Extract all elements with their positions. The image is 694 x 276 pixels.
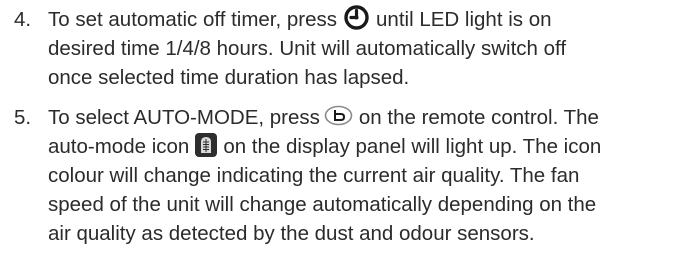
instruction-document: 4. To set automatic off timer, press unt… [0, 0, 694, 276]
step-text-segment: until LED light is on [376, 8, 552, 31]
step-number: 5. [14, 106, 32, 129]
step-text: To select AUTO-MODE, press on the remote… [48, 103, 688, 248]
step-text-segment: To select AUTO-MODE, press [48, 106, 320, 129]
step-number: 4. [14, 8, 32, 31]
step-line: air quality as detected by the dust and … [48, 222, 535, 245]
step-line: To select AUTO-MODE, press on the remote… [48, 103, 688, 132]
auto-mode-button-icon [324, 105, 353, 126]
step-line: speed of the unit will change automatica… [48, 193, 597, 216]
step-text-segment: auto-mode icon [48, 135, 190, 158]
step-text-segment: on the display panel will light up. The … [223, 135, 602, 158]
step-line: desired time 1/4/8 hours. Unit will auto… [48, 37, 567, 60]
step-line: auto-mode icon on the display panel will… [48, 132, 688, 161]
step-line: To set automatic off timer, press until … [48, 5, 688, 34]
step-line: once selected time duration has lapsed. [48, 66, 410, 89]
step-text-segment: To set automatic off timer, press [48, 8, 338, 31]
step-line: colour will change indicating the curren… [48, 164, 580, 187]
timer-button-icon [343, 4, 370, 31]
step-text-segment: on the remote control. The [358, 106, 599, 129]
step-text: To set automatic off timer, press until … [48, 5, 688, 92]
auto-mode-display-icon [195, 132, 218, 157]
